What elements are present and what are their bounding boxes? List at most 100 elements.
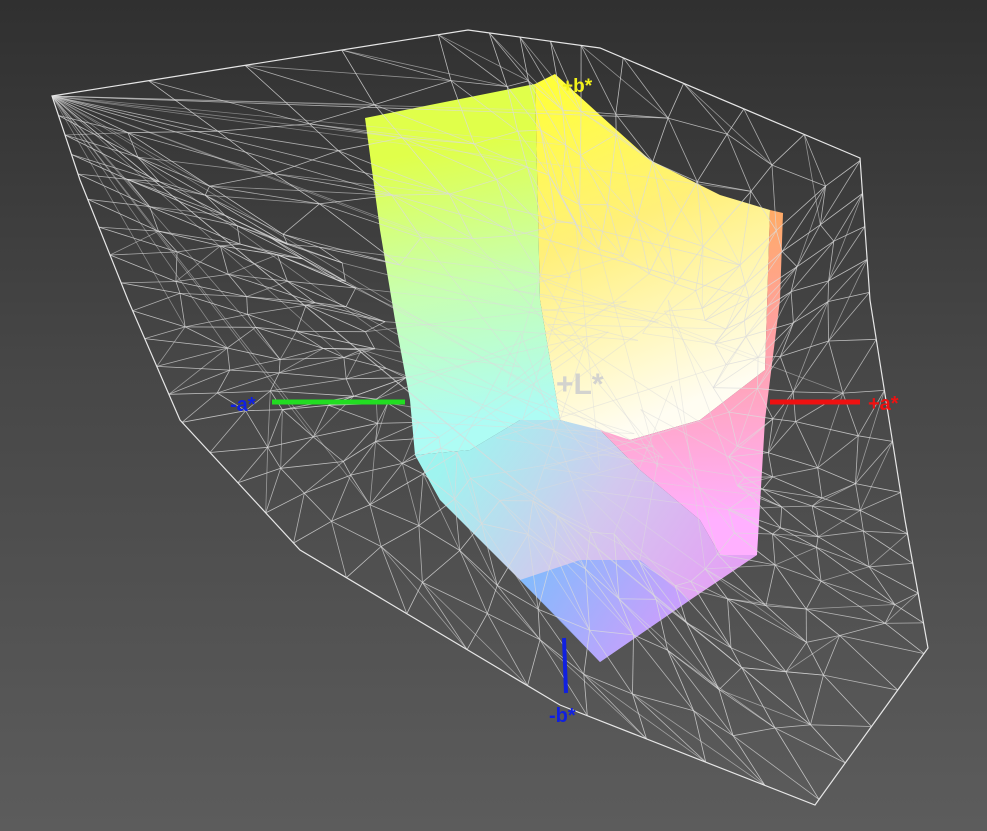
wireframe-edge bbox=[346, 377, 406, 380]
wireframe-edge bbox=[306, 304, 386, 323]
wireframe-edge bbox=[583, 674, 647, 740]
wireframe-edge bbox=[820, 566, 870, 582]
wireframe-edge bbox=[819, 186, 826, 225]
wireframe-edge bbox=[369, 441, 376, 505]
wireframe-edge bbox=[267, 390, 271, 448]
wireframe-edge bbox=[839, 635, 925, 654]
wireframe-edge bbox=[792, 391, 796, 422]
wireframe-edge bbox=[884, 604, 896, 624]
wireframe-edge bbox=[727, 598, 732, 648]
wireframe-edge bbox=[863, 531, 870, 567]
wireframe-edge bbox=[810, 724, 846, 764]
wireframe-edge bbox=[615, 57, 624, 115]
wireframe-edge bbox=[683, 83, 773, 166]
wireframe-edge bbox=[855, 483, 861, 511]
wireframe-edge bbox=[209, 446, 268, 453]
axis-b-negative bbox=[562, 637, 568, 694]
wireframe-edge bbox=[280, 468, 305, 494]
wireframe-edge bbox=[51, 95, 314, 438]
wireframe-edge bbox=[418, 525, 423, 583]
gamut-view[interactable]: +b* -a* +a* -b* +L* bbox=[0, 0, 987, 831]
wireframe-edge bbox=[733, 727, 776, 737]
wireframe-edge bbox=[795, 392, 844, 422]
wireframe-edge bbox=[486, 613, 528, 686]
wireframe-edge bbox=[369, 504, 382, 547]
wireframe-edge bbox=[280, 436, 314, 469]
wireframe-edge bbox=[860, 510, 908, 535]
wireframe-edge bbox=[652, 117, 669, 163]
wireframe-edge bbox=[772, 533, 776, 566]
wireframe-edge bbox=[267, 447, 282, 469]
wireframe-edge bbox=[795, 421, 819, 468]
wireframe-edge bbox=[583, 673, 633, 695]
wireframe-edge bbox=[228, 254, 278, 275]
wireframe-edge bbox=[868, 566, 919, 594]
wireframe-edge bbox=[828, 340, 844, 394]
wireframe-edge bbox=[790, 291, 794, 323]
wireframe-edge bbox=[343, 357, 347, 379]
wireframe-edge bbox=[282, 203, 320, 235]
wireframe-edge bbox=[342, 461, 352, 476]
gamut-3d-plot[interactable]: +b* -a* +a* -b* +L* bbox=[0, 0, 987, 831]
wireframe-edge bbox=[839, 635, 898, 691]
wireframe-edge bbox=[156, 366, 230, 371]
wireframe-edge bbox=[806, 608, 886, 624]
wireframe-edge bbox=[686, 622, 720, 690]
wireframe-edge bbox=[247, 304, 307, 315]
wireframe-edge bbox=[539, 639, 585, 675]
wireframe-edge bbox=[772, 418, 796, 422]
wireframe-edge bbox=[780, 506, 783, 528]
wireframe-edge bbox=[775, 724, 811, 729]
wireframe-edge bbox=[772, 527, 781, 535]
wireframe-edge bbox=[767, 452, 773, 477]
wireframe-edge bbox=[227, 347, 281, 360]
wireframe-edge bbox=[293, 493, 305, 544]
wireframe-edge bbox=[827, 301, 829, 342]
wireframe-edge bbox=[779, 322, 794, 357]
wireframe-edge bbox=[273, 150, 339, 174]
wireframe-edge bbox=[343, 357, 387, 369]
wireframe-edge bbox=[806, 604, 895, 610]
wireframe-edge bbox=[345, 306, 386, 323]
wireframe-edge bbox=[369, 504, 420, 526]
wireframe-edge bbox=[839, 622, 886, 636]
wireframe-edge bbox=[819, 224, 835, 242]
wireframe-edge bbox=[823, 674, 872, 727]
wireframe-edge bbox=[270, 390, 354, 397]
wireframe-edge bbox=[820, 580, 886, 624]
wireframe-edge bbox=[287, 280, 356, 289]
wireframe-edge bbox=[792, 340, 829, 393]
wireframe-edge bbox=[772, 391, 794, 420]
wireframe-edge bbox=[209, 410, 246, 453]
wireframe-edge bbox=[459, 550, 498, 586]
wireframe-edge bbox=[380, 546, 423, 583]
wireframe-edge bbox=[855, 441, 893, 484]
wireframe-edge bbox=[365, 331, 376, 349]
wireframe-edge bbox=[184, 326, 228, 349]
wireframe-edge bbox=[296, 304, 307, 332]
wireframe-edge bbox=[98, 226, 178, 253]
wireframe-edge bbox=[437, 34, 452, 81]
wireframe-edge bbox=[267, 409, 283, 448]
wireframe-edge bbox=[304, 461, 344, 494]
wireframe-edge bbox=[280, 348, 324, 360]
wireframe-edge bbox=[817, 467, 823, 499]
wireframe-edge bbox=[750, 164, 773, 192]
wireframe-edge bbox=[422, 550, 461, 583]
wireframe-edge bbox=[246, 296, 248, 315]
wireframe-edge bbox=[817, 435, 859, 469]
wireframe-edge bbox=[279, 357, 344, 374]
wireframe-edge bbox=[488, 32, 508, 87]
wireframe-edge bbox=[422, 582, 468, 650]
wireframe-edge bbox=[353, 377, 407, 397]
wireframe-edge bbox=[667, 649, 776, 729]
wireframe-edge bbox=[812, 483, 856, 507]
wireframe-edge bbox=[785, 642, 807, 673]
wireframe-edge bbox=[580, 111, 582, 156]
wireframe-edge bbox=[185, 314, 248, 328]
wireframe-edge bbox=[767, 421, 796, 453]
wireframe-edge bbox=[229, 369, 280, 374]
wireframe-edge bbox=[181, 392, 218, 423]
wireframe-edge bbox=[176, 251, 229, 275]
wireframe-edge bbox=[771, 164, 826, 187]
